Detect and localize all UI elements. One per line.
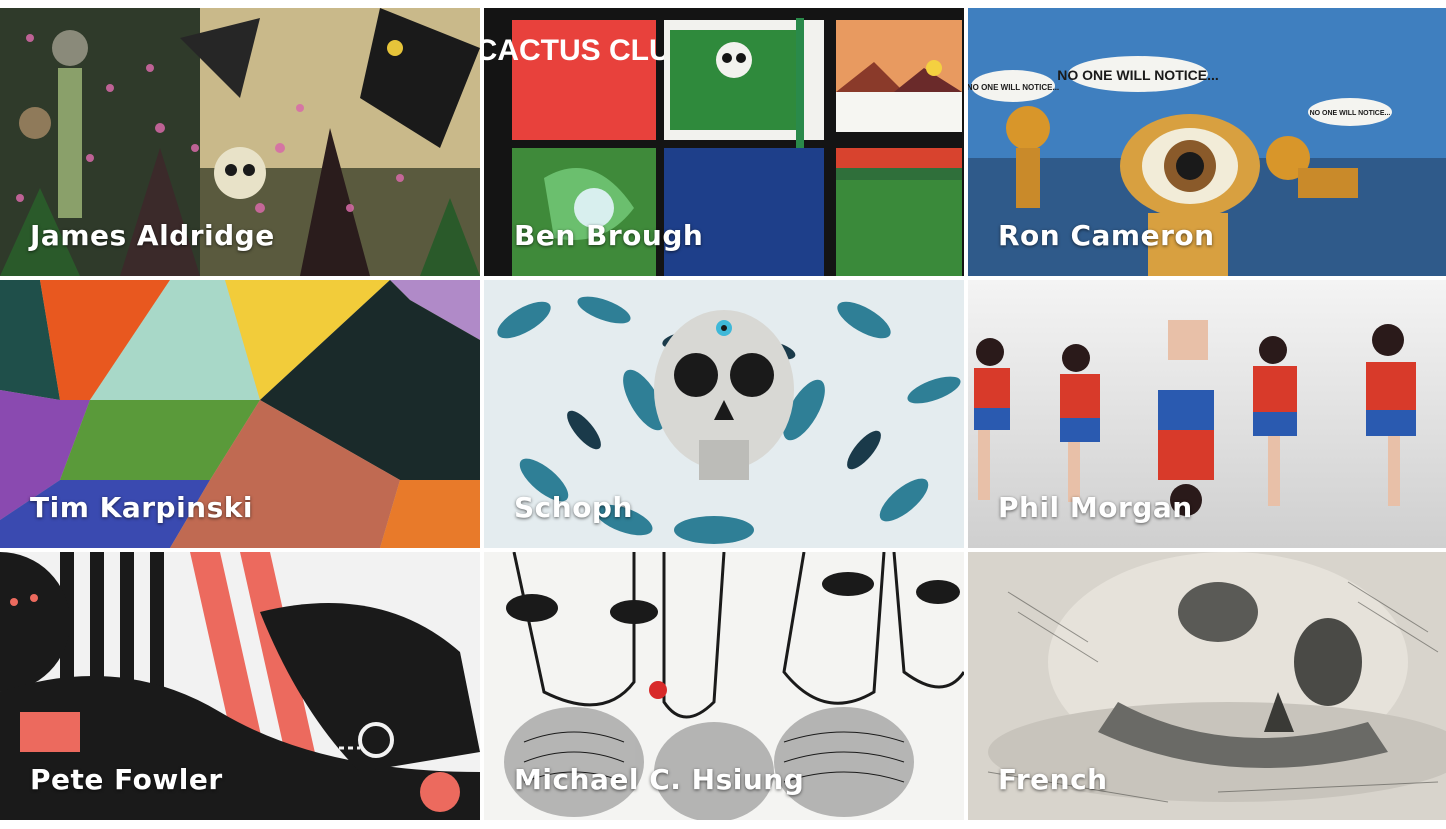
artist-tile-phil-morgan[interactable]: Phil Morgan [968,280,1446,548]
artist-grid: James Aldridge CACTUS CLUB Ben Brough NO… [0,8,1446,820]
artist-name: Tim Karpinski [30,491,253,524]
speech-bubble-text: NO ONE WILL NOTICE... [1057,67,1219,83]
artist-name: Ron Cameron [998,219,1215,252]
artist-name: Pete Fowler [30,763,223,796]
artist-name: Phil Morgan [998,491,1193,524]
cactus-club-sign: CACTUS CLUB [484,34,692,67]
speech-bubble-text: NO ONE WILL NOTICE... [1310,110,1391,117]
artist-tile-pete-fowler[interactable]: Pete Fowler [0,552,480,820]
artist-tile-schoph[interactable]: Schoph [484,280,964,548]
artist-tile-james-aldridge[interactable]: James Aldridge [0,8,480,276]
speech-bubble-text: NO ONE WILL NOTICE... [968,83,1059,92]
artist-name: Ben Brough [514,219,704,252]
artist-tile-ben-brough[interactable]: CACTUS CLUB Ben Brough [484,8,964,276]
artist-tile-michael-c-hsiung[interactable]: Michael C. Hsiung [484,552,964,820]
artist-tile-tim-karpinski[interactable]: Tim Karpinski [0,280,480,548]
artist-name: French [998,763,1108,796]
artist-tile-ron-cameron[interactable]: NO ONE WILL NOTICE... NO ONE WILL NOTICE… [968,8,1446,276]
page-footer-strip [0,820,1446,829]
artist-name: Michael C. Hsiung [514,763,805,796]
artist-name: James Aldridge [30,219,275,252]
artist-name: Schoph [514,491,633,524]
artist-tile-french[interactable]: French [968,552,1446,820]
